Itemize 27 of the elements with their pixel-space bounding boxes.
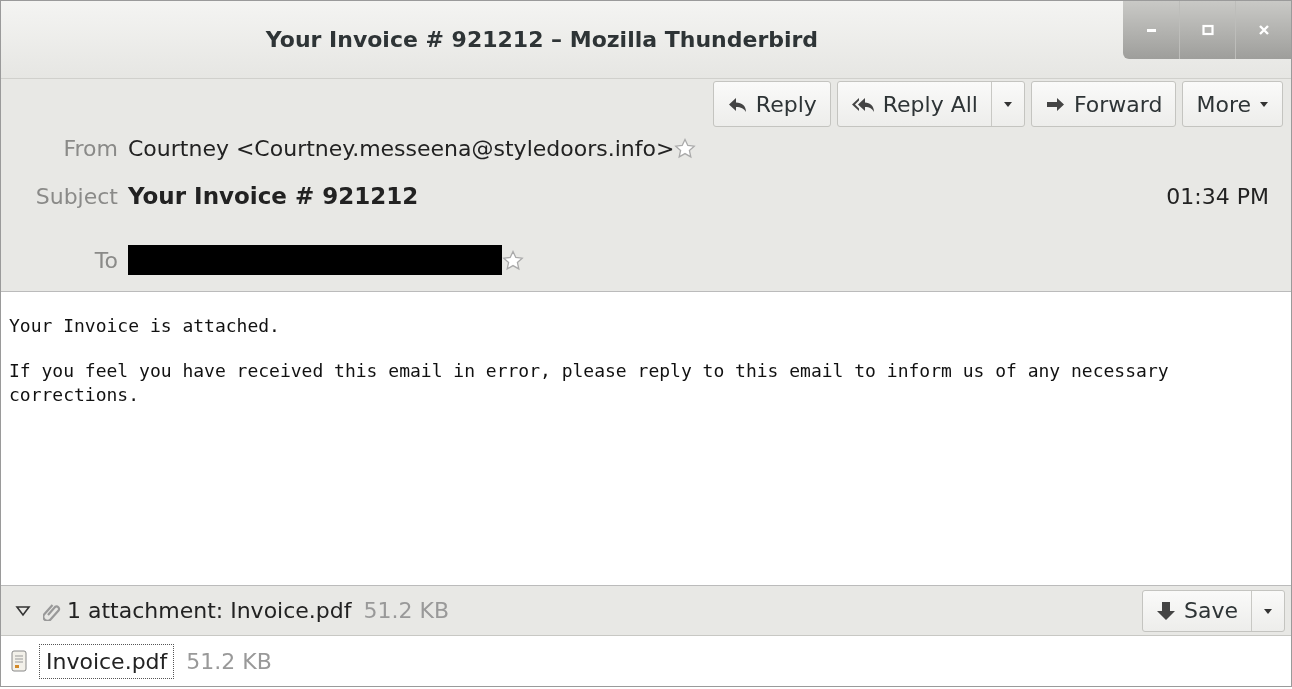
reply-button[interactable]: Reply (713, 82, 830, 126)
document-icon (11, 650, 27, 672)
field-label: To (93, 247, 119, 273)
body-text: Your Invoice is attached. (9, 314, 281, 338)
body-text: If you feel you have received this email in error, please reply to this email to inform us of any necessary corrections. (9, 359, 1170, 407)
attachment-summary[interactable]: 1 attachment: Invoice.pdf (67, 598, 352, 623)
attachment-name[interactable]: Invoice.pdf (39, 643, 175, 679)
subject-text: Your Invoice # 921212 (128, 183, 419, 209)
attachment-size: 51.2 KB (363, 598, 449, 623)
forward-button[interactable]: Forward (1031, 82, 1176, 126)
sender-address[interactable]: Courtney <Courtney.messeena@styledoors.info> (128, 135, 675, 161)
minimize-icon (1146, 28, 1156, 32)
attachment-size: 51.2 KB (186, 648, 272, 674)
field-label: Subject (34, 183, 119, 209)
more-button[interactable]: More (1183, 82, 1282, 126)
maximize-icon (1201, 24, 1214, 36)
window-title: Your Invoice # 921212 – Mozilla Thunderbird (264, 26, 820, 52)
star-icon[interactable] (502, 249, 524, 271)
caret-icon (1259, 100, 1269, 108)
down-arrow-icon (1156, 600, 1176, 621)
close-icon (1257, 24, 1270, 36)
field-label: From (62, 135, 119, 161)
caret-icon (1263, 606, 1273, 615)
star-icon[interactable] (674, 137, 697, 159)
caret-icon (1002, 100, 1013, 108)
message-time: 01:34 PM (1166, 183, 1270, 209)
triangle-down-icon[interactable] (15, 603, 31, 618)
